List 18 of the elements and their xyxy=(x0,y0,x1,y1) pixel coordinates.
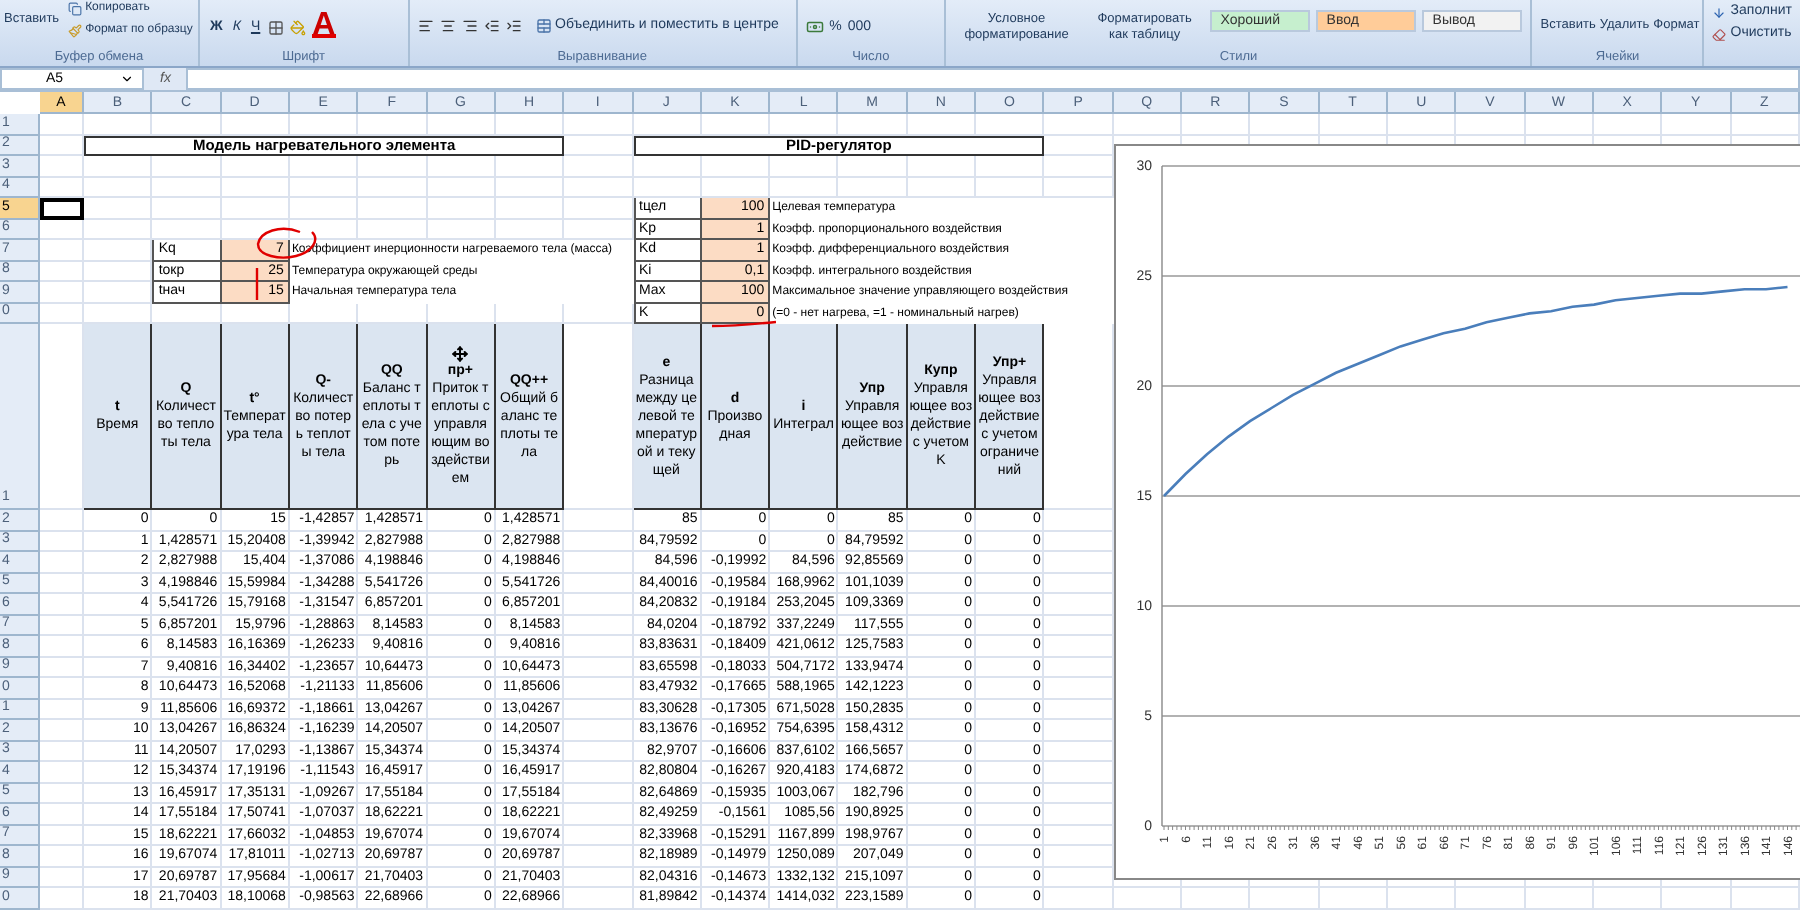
pen-underline-mark xyxy=(712,320,776,328)
down-arrow-icon xyxy=(1712,5,1727,19)
merge-icon xyxy=(535,18,552,34)
brush-icon xyxy=(67,23,82,37)
active-cell[interactable] xyxy=(40,198,84,219)
borders-icon[interactable] xyxy=(268,20,285,36)
dropdown-caret-icon[interactable] xyxy=(120,72,134,86)
eraser-icon xyxy=(1712,27,1727,41)
pen-stroke-mark xyxy=(254,268,260,300)
currency-icon[interactable] xyxy=(805,18,824,36)
align-right-icon[interactable] xyxy=(461,18,478,34)
copy-icon xyxy=(67,1,82,15)
align-center-icon[interactable] xyxy=(439,18,456,34)
indent-decrease-icon[interactable] xyxy=(483,18,500,34)
fill-color-icon[interactable] xyxy=(290,20,307,36)
align-left-icon[interactable] xyxy=(417,18,434,34)
indent-increase-icon[interactable] xyxy=(505,18,522,34)
formula-input[interactable] xyxy=(186,68,1800,90)
